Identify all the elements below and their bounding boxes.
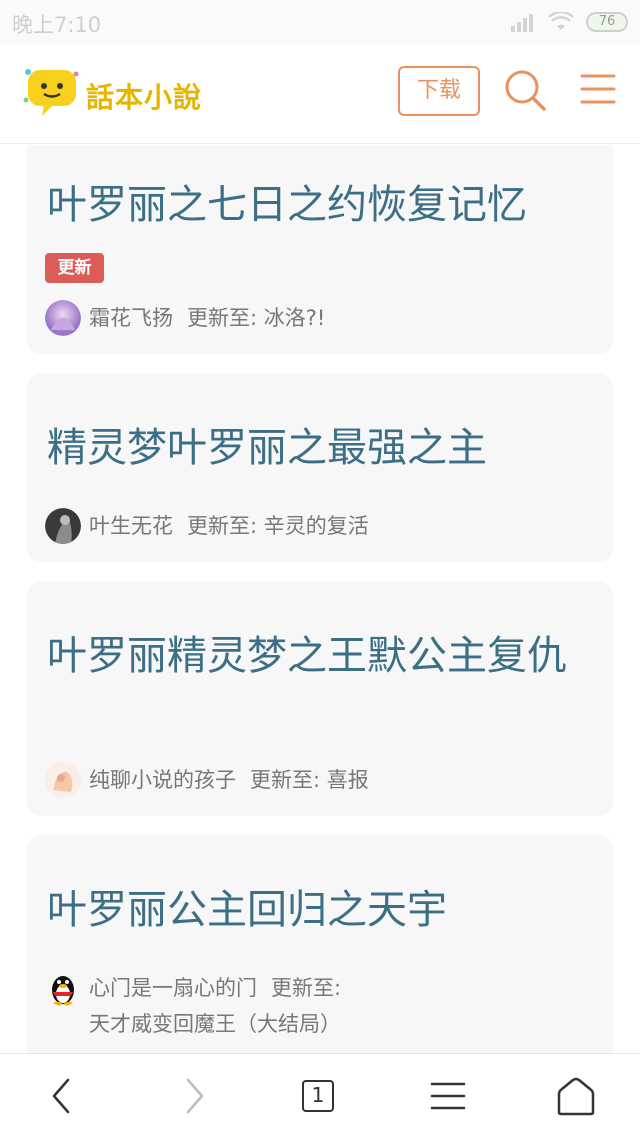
signal-icon (511, 14, 533, 32)
latest-chapter[interactable]: 冰洛?! (264, 306, 326, 330)
browser-toolbar: 1 (0, 1053, 640, 1138)
hamburger-menu-icon (430, 1082, 466, 1110)
latest-chapter[interactable]: 喜报 (327, 768, 369, 792)
status-time: 晚上7:10 (12, 13, 102, 37)
novel-title[interactable]: 叶罗丽公主回归之天宇 (47, 886, 597, 934)
avatar (45, 300, 81, 336)
author-name[interactable]: 纯聊小说的孩子 (89, 768, 236, 792)
latest-chapter[interactable]: 辛灵的复活 (264, 514, 369, 538)
menu-button[interactable] (580, 72, 616, 106)
update-prefix: 更新至: (250, 768, 321, 792)
avatar (45, 762, 81, 798)
novel-card[interactable]: 精灵梦叶罗丽之最强之主 叶生无花 更新至: 辛灵的复活 (27, 373, 613, 562)
qq-penguin-avatar (52, 976, 74, 1006)
novel-meta: 纯聊小说的孩子 更新至: 喜报 (45, 762, 595, 798)
back-button[interactable] (40, 1074, 84, 1118)
novel-meta: 霜花飞扬 更新至: 冰洛?! (45, 300, 595, 336)
author-name[interactable]: 心门是一扇心的门 (89, 976, 257, 1000)
novel-card[interactable]: 叶罗丽公主回归之天宇 心门是一扇心的门 更新至: 天才威变回魔王（大结局） (27, 835, 613, 1053)
app-header: 話本小說 下载 (0, 44, 640, 144)
novel-title[interactable]: 叶罗丽精灵梦之王默公主复仇 (47, 632, 597, 680)
novel-title[interactable]: 叶罗丽之七日之约恢复记忆 (47, 181, 597, 229)
novel-list: 叶罗丽之七日之约恢复记忆 更新 霜花飞扬 更新至: 冰洛?! 精灵梦叶罗丽之最强之… (0, 145, 640, 1053)
avatar (45, 508, 81, 544)
logo-text: 話本小說 (86, 81, 203, 114)
author-name[interactable]: 叶生无花 (89, 514, 173, 538)
menu-button-bottom[interactable] (426, 1074, 470, 1118)
battery-indicator: 76 (586, 12, 628, 32)
update-prefix: 更新至: (271, 976, 342, 1000)
logo[interactable]: 話本小說 (22, 66, 232, 122)
update-prefix: 更新至: (187, 514, 258, 538)
download-button[interactable]: 下载 (398, 66, 480, 116)
tab-count: 1 (302, 1080, 334, 1112)
search-icon (505, 70, 546, 111)
tabs-button[interactable]: 1 (298, 1074, 342, 1118)
chevron-right-icon (186, 1078, 204, 1114)
forward-button[interactable] (172, 1074, 216, 1118)
novel-card[interactable]: 叶罗丽精灵梦之王默公主复仇 纯聊小说的孩子 更新至: 喜报 (27, 581, 613, 816)
novel-card[interactable]: 叶罗丽之七日之约恢复记忆 更新 霜花飞扬 更新至: 冰洛?! (27, 145, 613, 354)
status-icons: 76 (510, 11, 628, 33)
chevron-left-icon (52, 1078, 70, 1114)
update-badge: 更新 (45, 253, 104, 283)
novel-meta: 心门是一扇心的门 更新至: 天才威变回魔王（大结局） (45, 970, 595, 1042)
chat-bubble-logo-icon (23, 69, 79, 116)
search-button[interactable] (503, 68, 547, 112)
latest-chapter[interactable]: 天才威变回魔王（大结局） (89, 1012, 341, 1036)
wifi-icon (548, 12, 574, 30)
novel-meta: 叶生无花 更新至: 辛灵的复活 (45, 508, 595, 544)
home-button[interactable] (554, 1074, 598, 1118)
update-prefix: 更新至: (187, 306, 258, 330)
hamburger-menu-icon (580, 74, 616, 104)
status-bar: 晚上7:10 76 (0, 0, 640, 44)
author-name[interactable]: 霜花飞扬 (89, 306, 173, 330)
home-icon (557, 1077, 595, 1116)
novel-title[interactable]: 精灵梦叶罗丽之最强之主 (47, 424, 597, 472)
